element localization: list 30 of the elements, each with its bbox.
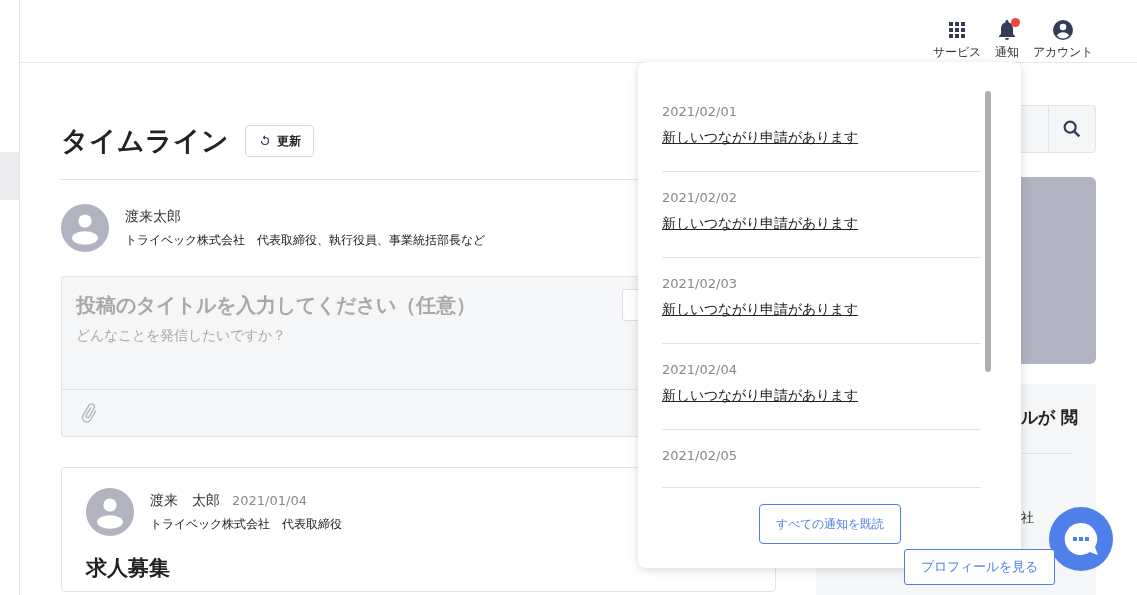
notification-date: 2021/02/05 <box>662 448 738 463</box>
post-date: 2021/01/04 <box>232 492 307 508</box>
notification-date: 2021/02/01 <box>662 104 738 119</box>
notification-link[interactable]: 新しいつながり申請があります <box>662 129 858 147</box>
notification-link[interactable]: 新しいつながり申請があります <box>662 301 858 319</box>
notification-date: 2021/02/03 <box>662 276 738 291</box>
notification-date: 2021/02/04 <box>662 362 738 377</box>
nav-button[interactable]: アカウント <box>1029 18 1097 62</box>
nav-button[interactable]: サービス <box>929 18 985 62</box>
nav-button[interactable]: 通知 <box>991 18 1023 62</box>
notification-link[interactable]: 新しいつながり申請があります <box>662 387 858 405</box>
post-title: 求人募集 <box>86 555 171 582</box>
author-name: 渡来 太郎 <box>150 491 220 510</box>
notification-date: 2021/02/02 <box>662 190 738 205</box>
user-affiliation: トライベック株式会社 代表取締役、執行役員、事業統括部長など <box>125 231 485 249</box>
panel-company: 社 <box>1021 509 1035 527</box>
avatar-icon <box>86 488 134 536</box>
sidebar-item[interactable] <box>0 152 19 200</box>
mark-all-read-button[interactable]: すべての通知を既読 <box>758 504 901 544</box>
notification-link[interactable]: 新しいつながり申請があります <box>662 215 858 233</box>
scrollbar-thumb[interactable] <box>985 91 991 372</box>
search-icon <box>1061 118 1083 140</box>
refresh-icon <box>258 134 272 148</box>
page-title: タイムライン <box>61 124 229 158</box>
avatar-icon <box>61 204 109 252</box>
refresh-button[interactable]: 更新 <box>245 125 314 157</box>
account-icon <box>1051 18 1075 42</box>
user-name: 渡来太郎 <box>125 207 182 226</box>
author-affiliation: トライベック株式会社 代表取締役 <box>150 515 342 533</box>
profile-button[interactable]: プロフィールを見る <box>904 549 1055 585</box>
